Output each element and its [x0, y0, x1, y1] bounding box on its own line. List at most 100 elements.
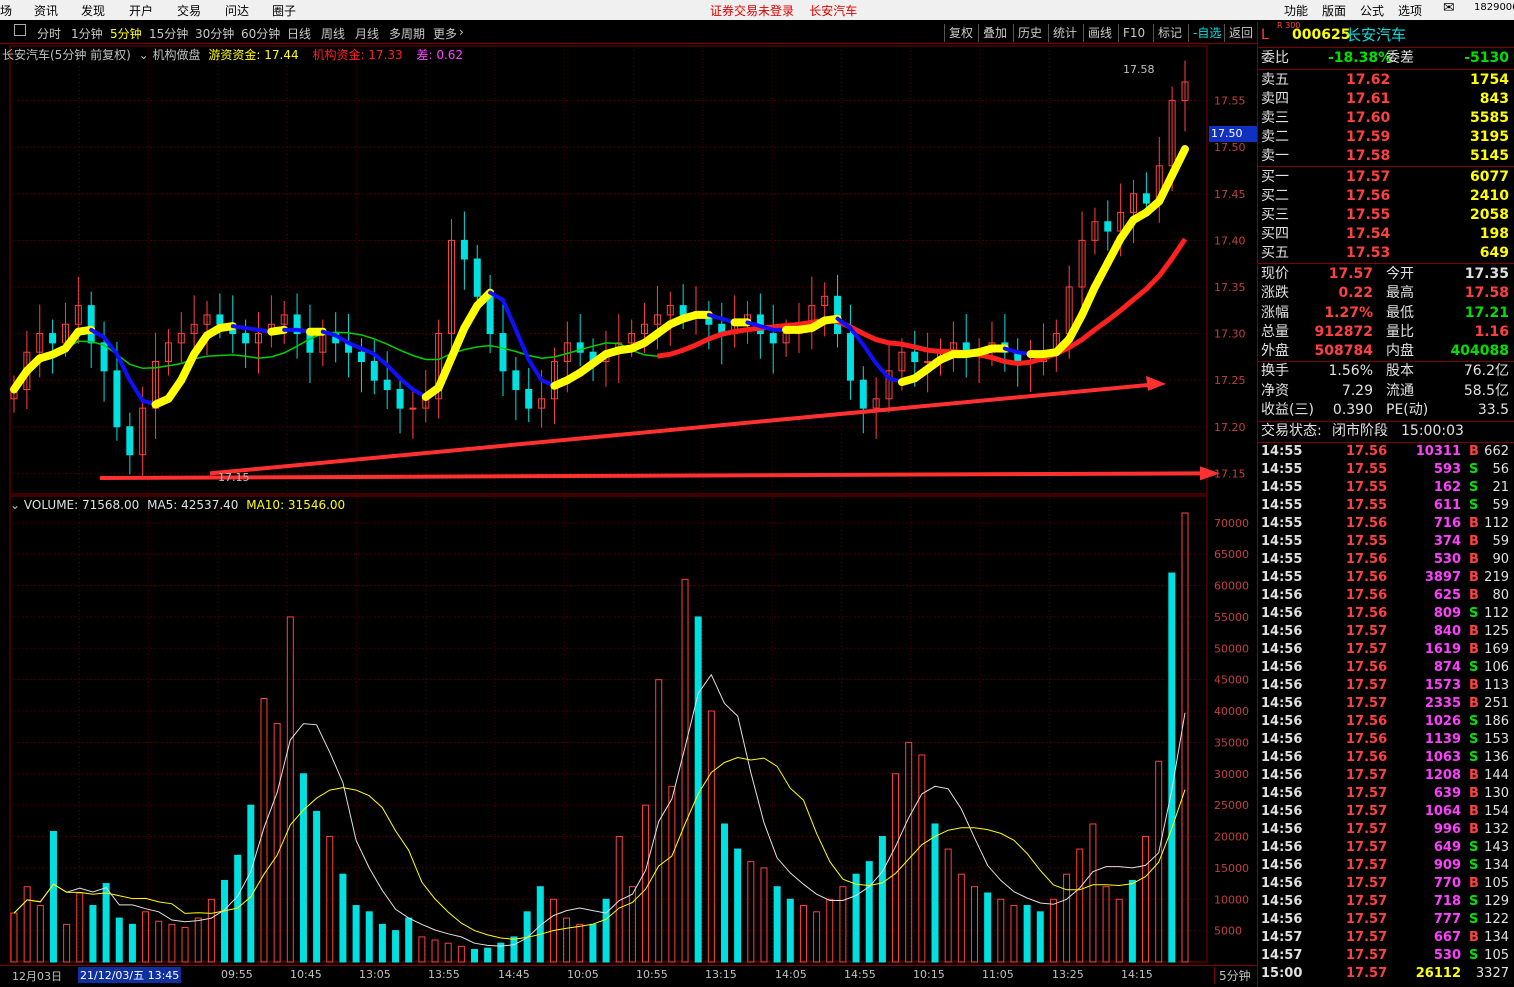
tick-row[interactable]: 14:56 17.57 718 S 129: [1258, 893, 1514, 911]
tick-row[interactable]: 14:55 17.55 162 S 21: [1258, 479, 1514, 497]
period-tag[interactable]: 5分钟: [1214, 967, 1251, 984]
tab-period-7[interactable]: 周线: [321, 25, 345, 42]
stat-row: 总量 912872 量比 1.16: [1258, 323, 1514, 342]
history-button[interactable]: 历史: [1013, 24, 1046, 42]
tick-row[interactable]: 14:56 17.57 996 B 132: [1258, 821, 1514, 839]
volume-dropdown-icon[interactable]: ⌄: [10, 498, 20, 512]
menu-function[interactable]: 功能: [1284, 2, 1308, 19]
candle-body: [499, 333, 507, 372]
tab-period-2[interactable]: 5分钟: [110, 25, 142, 42]
restore-rights-button[interactable]: 复权: [944, 24, 977, 42]
tab-period-9[interactable]: 多周期: [389, 25, 425, 42]
volume-bar: [786, 898, 794, 963]
tick-row[interactable]: 14:56 17.57 777 S 122: [1258, 911, 1514, 929]
tick-row[interactable]: 14:56 17.57 909 S 134: [1258, 857, 1514, 875]
volume-bar: [668, 785, 676, 963]
menu-layout[interactable]: 版面: [1322, 2, 1346, 19]
tick-row[interactable]: 14:56 17.57 1064 B 154: [1258, 803, 1514, 821]
menu-item-1[interactable]: 资讯: [34, 2, 58, 19]
tab-period-10[interactable]: 更多: [433, 25, 457, 42]
tick-row[interactable]: 14:56 17.57 649 S 143: [1258, 839, 1514, 857]
watchlist-button[interactable]: -自选: [1188, 24, 1225, 42]
mail-icon[interactable]: ✉: [1443, 0, 1455, 16]
tick-row[interactable]: 15:00 17.57 26112 3327: [1258, 965, 1514, 983]
volume-bar: [484, 947, 492, 963]
volume-bar: [984, 892, 992, 963]
tick-row[interactable]: 14:56 17.57 1573 B 113: [1258, 677, 1514, 695]
bid-row[interactable]: 买四 17.54 198: [1258, 225, 1514, 244]
bid-row[interactable]: 买二 17.56 2410: [1258, 187, 1514, 206]
ask-row[interactable]: 卖四 17.61 843: [1258, 90, 1514, 109]
tick-row[interactable]: 14:56 17.57 2335 B 251: [1258, 695, 1514, 713]
tick-row[interactable]: 14:55 17.56 716 B 112: [1258, 515, 1514, 533]
tab-period-6[interactable]: 日线: [287, 25, 311, 42]
f10-button[interactable]: F10: [1118, 24, 1149, 42]
time-label-10: 14:05: [775, 968, 807, 981]
tick-row[interactable]: 14:56 17.56 1026 S 186: [1258, 713, 1514, 731]
tick-row[interactable]: 14:56 17.57 639 B 130: [1258, 785, 1514, 803]
mark-button[interactable]: 标记: [1153, 24, 1186, 42]
menu-formula[interactable]: 公式: [1360, 2, 1384, 19]
tab-period-8[interactable]: 月线: [355, 25, 379, 42]
overlay-button[interactable]: 叠加: [978, 24, 1011, 42]
tick-row[interactable]: 14:56 17.56 625 B 80: [1258, 587, 1514, 605]
yellow-line-segment: [1090, 258, 1112, 291]
tick-row[interactable]: 14:55 17.55 374 B 59: [1258, 533, 1514, 551]
tick-row[interactable]: 14:56 17.56 1139 S 153: [1258, 731, 1514, 749]
menu-options[interactable]: 选项: [1398, 2, 1422, 19]
tick-count: 132: [1484, 822, 1509, 837]
price-tick-label: 17.45: [1214, 188, 1246, 201]
tick-volume: 1139: [1424, 732, 1461, 747]
tick-row[interactable]: 14:57 17.57 530 S 105: [1258, 947, 1514, 965]
menu-item-0[interactable]: 场: [0, 2, 12, 19]
tick-row[interactable]: 14:55 17.55 611 S 59: [1258, 497, 1514, 515]
dropdown-icon[interactable]: ⌄: [139, 48, 149, 62]
tick-row[interactable]: 14:56 17.56 809 S 112: [1258, 605, 1514, 623]
tick-count: 130: [1484, 786, 1509, 801]
tick-price: 17.56: [1346, 516, 1388, 531]
bid-row[interactable]: 买一 17.57 6077: [1258, 168, 1514, 187]
bid-row[interactable]: 买三 17.55 2058: [1258, 206, 1514, 225]
menu-item-4[interactable]: 交易: [177, 2, 201, 19]
menu-item-3[interactable]: 开户: [129, 2, 153, 19]
tick-time: 14:56: [1261, 642, 1303, 657]
tick-row[interactable]: 14:56 17.57 770 B 105: [1258, 875, 1514, 893]
statistics-button[interactable]: 统计: [1048, 24, 1081, 42]
back-button[interactable]: 返回: [1224, 24, 1257, 42]
tick-row[interactable]: 14:56 17.57 1208 B 144: [1258, 767, 1514, 785]
menu-item-6[interactable]: 圈子: [272, 2, 296, 19]
tick-row[interactable]: 14:56 17.57 840 B 125: [1258, 623, 1514, 641]
tick-side: B: [1469, 444, 1479, 459]
ask-row[interactable]: 卖三 17.60 5585: [1258, 109, 1514, 128]
ask-row[interactable]: 卖五 17.62 1754: [1258, 71, 1514, 90]
ask-row[interactable]: 卖一 17.58 5145: [1258, 147, 1514, 166]
panel-toggle-icon[interactable]: [14, 24, 26, 36]
volume-tick-label: 30000: [1214, 768, 1249, 781]
tick-row[interactable]: 14:56 17.56 1063 S 136: [1258, 749, 1514, 767]
tick-volume: 1619: [1424, 642, 1461, 657]
tab-period-3[interactable]: 15分钟: [149, 25, 188, 42]
tick-row[interactable]: 14:55 17.56 530 B 90: [1258, 551, 1514, 569]
draw-line-button[interactable]: 画线: [1083, 24, 1116, 42]
tick-row[interactable]: 14:55 17.56 10311 B 662: [1258, 443, 1514, 461]
tick-volume: 374: [1433, 534, 1461, 549]
tick-row[interactable]: 14:56 17.57 1619 B 169: [1258, 641, 1514, 659]
tab-period-1[interactable]: 1分钟: [71, 25, 103, 42]
tick-row[interactable]: 14:55 17.56 3897 B 219: [1258, 569, 1514, 587]
menu-item-2[interactable]: 发现: [81, 2, 105, 19]
tab-period-4[interactable]: 30分钟: [195, 25, 234, 42]
tick-time: 14:55: [1261, 462, 1303, 477]
chevron-right-icon[interactable]: ›: [459, 25, 464, 39]
tab-period-5[interactable]: 60分钟: [241, 25, 280, 42]
menu-item-5[interactable]: 问达: [225, 2, 249, 19]
tick-row[interactable]: 14:55 17.55 593 S 56: [1258, 461, 1514, 479]
tick-side: B: [1469, 786, 1479, 801]
volume-bar: [142, 911, 150, 963]
bid-row[interactable]: 买五 17.53 649: [1258, 244, 1514, 263]
tick-price: 17.56: [1346, 552, 1388, 567]
ask-row[interactable]: 卖二 17.59 3195: [1258, 128, 1514, 147]
tick-row[interactable]: 14:57 17.57 667 B 134: [1258, 929, 1514, 947]
tick-row[interactable]: 14:56 17.56 874 S 106: [1258, 659, 1514, 677]
chart-panel[interactable]: 17.55 17.50 17.45 17.40 17.35 17.30 17.25 17.20…: [0, 44, 1257, 965]
tab-period-0[interactable]: 分时: [37, 25, 61, 42]
